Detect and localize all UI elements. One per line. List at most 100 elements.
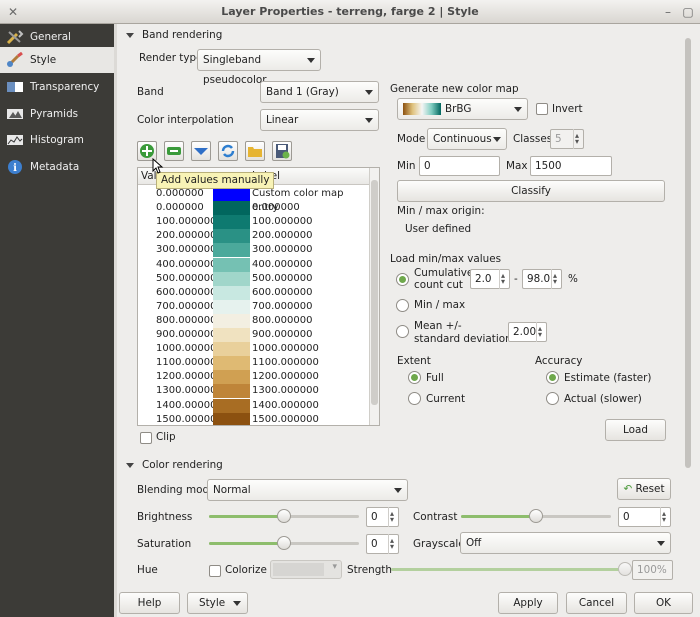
cumulative-low-spinbox[interactable]: 2.0 [470, 267, 510, 291]
contrast-spinbox[interactable]: 0 [618, 505, 671, 529]
slider-handle[interactable] [277, 536, 291, 550]
row-color-swatch[interactable] [213, 215, 250, 230]
table-row[interactable]: 1000.000000 1000.000000 [138, 342, 370, 357]
help-button[interactable]: Help [119, 592, 180, 614]
reset-button[interactable]: ↶ Reset [617, 478, 671, 500]
mean-stddev-radio[interactable] [396, 325, 409, 338]
invert-checkbox[interactable] [536, 103, 548, 115]
color-rendering-header[interactable]: Color rendering [126, 459, 223, 471]
table-row[interactable]: 100.000000 100.000000 [138, 215, 370, 230]
scrollbar-thumb[interactable] [371, 180, 378, 405]
table-row[interactable]: 1100.000000 1100.000000 [138, 356, 370, 371]
spin-arrows-icon[interactable] [388, 505, 398, 529]
table-row[interactable]: 1300.000000 1300.000000 [138, 384, 370, 399]
style-menu-button[interactable]: Style [187, 592, 248, 614]
color-map-table[interactable]: Value Label 0.000000Custom color map ent… [137, 167, 380, 426]
band-rendering-header[interactable]: Band rendering [126, 29, 222, 41]
mode-select[interactable]: Continuous [427, 128, 507, 150]
grayscale-select[interactable]: Off [460, 532, 671, 554]
maximize-window-icon[interactable]: ▢ [681, 5, 695, 19]
slider-handle[interactable] [277, 509, 291, 523]
accuracy-actual-radio[interactable] [546, 392, 559, 405]
color-interpolation-select[interactable]: Linear [260, 109, 379, 131]
main-scrollbar[interactable] [683, 30, 693, 585]
spin-arrows-icon[interactable] [536, 320, 546, 344]
table-row[interactable]: 600.000000 600.000000 [138, 285, 370, 300]
row-color-swatch[interactable] [213, 398, 250, 413]
table-row[interactable]: 400.000000 400.000000 [138, 257, 370, 272]
contrast-slider[interactable] [461, 509, 611, 523]
table-row[interactable]: 1500.000000 1500.000000 [138, 412, 370, 425]
table-row[interactable]: 0.000000 Custom color map entry [138, 187, 370, 213]
stddev-spinbox[interactable]: 2.00 [508, 320, 547, 344]
row-color-swatch[interactable] [213, 187, 250, 201]
classify-button[interactable]: Classify [397, 180, 665, 202]
row-color-swatch[interactable] [213, 243, 250, 258]
cumulative-high-spinbox[interactable]: 98.0 [522, 267, 562, 291]
slider-handle[interactable] [618, 562, 632, 576]
cancel-button[interactable]: Cancel [566, 592, 627, 614]
table-row[interactable]: 900.000000 900.000000 [138, 328, 370, 342]
row-color-swatch[interactable] [213, 285, 250, 300]
load-button[interactable]: Load [605, 419, 666, 441]
row-color-swatch[interactable] [213, 328, 250, 342]
blending-mode-select[interactable]: Normal [207, 479, 408, 501]
cumulative-count-cut-radio[interactable] [396, 273, 409, 286]
colorize-color-button[interactable]: ▾ [270, 560, 342, 579]
color-ramp-select[interactable]: BrBG [397, 98, 528, 120]
row-color-swatch[interactable] [213, 356, 250, 371]
sort-button[interactable] [191, 141, 211, 161]
saturation-spinbox[interactable]: 0 [366, 532, 399, 556]
export-button[interactable] [272, 141, 292, 161]
minimize-window-icon[interactable]: – [661, 5, 675, 19]
table-row[interactable]: 200.000000 200.000000 [138, 229, 370, 244]
spin-arrows-icon[interactable] [499, 267, 509, 291]
sidebar-item-pyramids[interactable]: Pyramids [0, 101, 114, 127]
table-row[interactable]: 500.000000 500.000000 [138, 271, 370, 286]
sidebar-item-transparency[interactable]: Transparency [0, 74, 114, 100]
table-row[interactable]: 800.000000 800.000000 [138, 313, 370, 328]
spin-arrows-icon[interactable] [660, 505, 670, 529]
scrollbar-thumb[interactable] [685, 38, 691, 468]
band-select[interactable]: Band 1 (Gray) [260, 81, 379, 103]
row-color-swatch[interactable] [213, 313, 250, 328]
ok-button[interactable]: OK [634, 592, 693, 614]
extent-current-radio[interactable] [408, 392, 421, 405]
row-color-swatch[interactable] [213, 412, 250, 425]
row-color-swatch[interactable] [213, 384, 250, 399]
spin-arrows-icon[interactable] [551, 267, 561, 291]
row-color-swatch[interactable] [213, 257, 250, 272]
extent-full-radio[interactable] [408, 371, 421, 384]
render-type-select[interactable]: Singleband pseudocolor [197, 49, 321, 86]
remove-value-button[interactable] [164, 141, 184, 161]
accuracy-estimate-radio[interactable] [546, 371, 559, 384]
colorize-checkbox[interactable] [209, 565, 221, 577]
table-row[interactable]: 1400.000000 1400.000000 [138, 398, 370, 413]
table-row[interactable]: 1200.000000 1200.000000 [138, 370, 370, 385]
close-window-icon[interactable]: ✕ [6, 5, 20, 19]
spin-arrows-icon[interactable] [388, 532, 398, 556]
sidebar-item-histogram[interactable]: Histogram [0, 127, 114, 153]
row-color-swatch[interactable] [213, 229, 250, 244]
brightness-spinbox[interactable]: 0 [366, 505, 399, 529]
spin-arrows-icon[interactable] [573, 127, 583, 151]
slider-handle[interactable] [529, 509, 543, 523]
table-scrollbar[interactable] [369, 168, 379, 425]
brightness-slider[interactable] [209, 509, 359, 523]
table-row[interactable]: 300.000000 300.000000 [138, 243, 370, 258]
min-max-radio[interactable] [396, 299, 409, 312]
row-color-swatch[interactable] [213, 342, 250, 357]
table-row[interactable]: 700.000000 700.000000 [138, 299, 370, 314]
sidebar-item-style[interactable]: Style [0, 47, 114, 73]
sidebar-item-metadata[interactable]: i Metadata [0, 154, 114, 180]
classes-spinbox[interactable]: 5 [550, 127, 584, 151]
saturation-slider[interactable] [209, 536, 359, 550]
load-file-button[interactable] [245, 141, 265, 161]
row-color-swatch[interactable] [213, 299, 250, 314]
row-color-swatch[interactable] [213, 271, 250, 286]
table-row[interactable]: 0.000000 0.000000 [138, 201, 370, 216]
refresh-button[interactable] [218, 141, 238, 161]
max-input[interactable]: 1500 [530, 156, 612, 176]
clip-checkbox[interactable] [140, 432, 152, 444]
strength-spinbox[interactable]: 100% [632, 560, 673, 580]
